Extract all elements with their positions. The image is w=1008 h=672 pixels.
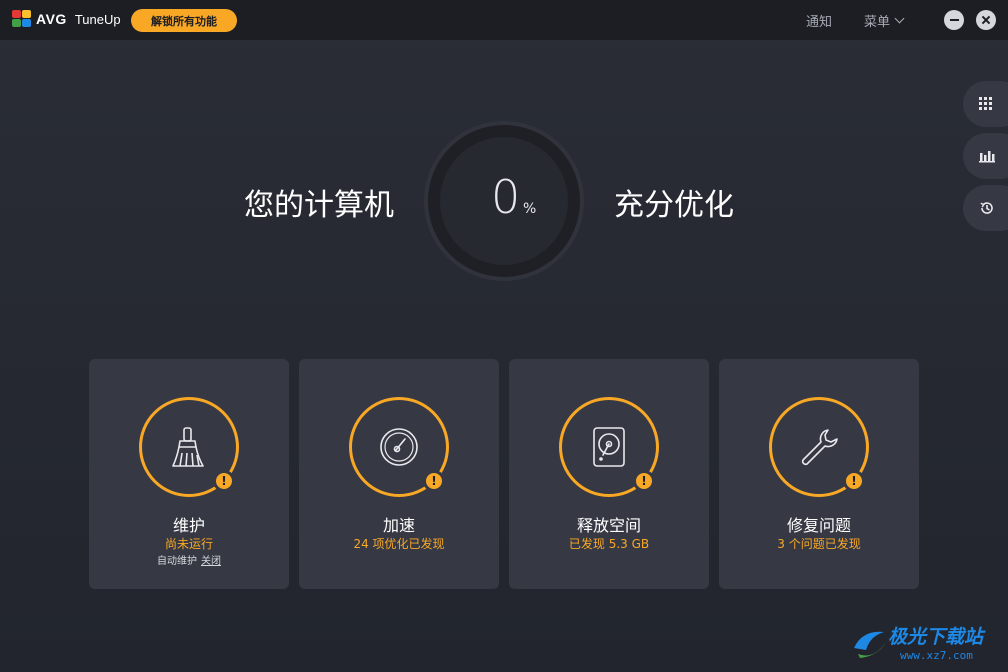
app-logo: AVG TuneUp [12, 10, 121, 28]
menu-dropdown[interactable]: 菜单 [864, 11, 905, 30]
card-maintenance[interactable]: ! 维护 尚未运行 自动维护 关闭 [89, 359, 289, 589]
percent-unit: % [523, 201, 537, 217]
rail-button-stats[interactable] [963, 133, 1008, 179]
grid-icon [979, 97, 992, 110]
optimization-percent: 0 [491, 170, 521, 224]
auto-maintenance-row: 自动维护 关闭 [89, 552, 289, 567]
card-fix-problems[interactable]: ! 修复问题 3 个问题已发现 [719, 359, 919, 589]
watermark-logo-icon [854, 631, 886, 658]
card-status: 24 项优化已发现 [353, 537, 445, 551]
auto-maintenance-label: 自动维护 [157, 556, 197, 567]
card-title: 加速 [382, 516, 415, 535]
menu-label: 菜单 [864, 15, 891, 30]
close-button[interactable] [976, 10, 996, 30]
minimize-button[interactable] [944, 10, 964, 30]
watermark-text: 极光下载站 [888, 626, 984, 648]
hero-left-text: 您的计算机 [244, 188, 394, 223]
avg-logo-icon [12, 10, 32, 28]
wrench-icon [801, 429, 838, 466]
watermark: 极光下载站 www.xz7.com [848, 616, 1003, 668]
warning-badge-icon: ! [633, 470, 655, 492]
hard-drive-icon [593, 427, 625, 467]
rail-button-apps[interactable] [963, 81, 1008, 127]
chevron-down-icon [894, 13, 905, 24]
warning-badge-icon: ! [213, 470, 235, 492]
hero-right-text: 充分优化 [614, 188, 734, 223]
card-status: 尚未运行 [164, 537, 213, 551]
auto-maintenance-toggle-link[interactable]: 关闭 [201, 556, 221, 567]
card-title: 维护 [172, 516, 205, 535]
rail-button-history[interactable] [963, 185, 1008, 231]
watermark-url: www.xz7.com [900, 649, 973, 662]
notifications-link[interactable]: 通知 [806, 11, 832, 30]
warning-badge-icon: ! [423, 470, 445, 492]
warning-badge-icon: ! [843, 470, 865, 492]
broom-icon [172, 427, 204, 467]
card-free-space[interactable]: ! 释放空间 已发现 5.3 GB [509, 359, 709, 589]
speedometer-icon [380, 428, 418, 466]
brand-name: AVG [36, 11, 67, 27]
product-name: TuneUp [74, 11, 121, 27]
card-speed-up[interactable]: ! 加速 24 项优化已发现 [299, 359, 499, 589]
card-status: 已发现 5.3 GB [568, 537, 650, 551]
card-status: 3 个问题已发现 [777, 537, 861, 551]
bar-chart-icon [979, 151, 995, 163]
history-icon [980, 202, 993, 214]
card-title: 释放空间 [576, 516, 641, 535]
title-bar: AVG TuneUp 解锁所有功能 通知 菜单 [0, 0, 1008, 40]
card-title: 修复问题 [786, 516, 851, 535]
unlock-all-features-button[interactable]: 解锁所有功能 [131, 9, 237, 32]
